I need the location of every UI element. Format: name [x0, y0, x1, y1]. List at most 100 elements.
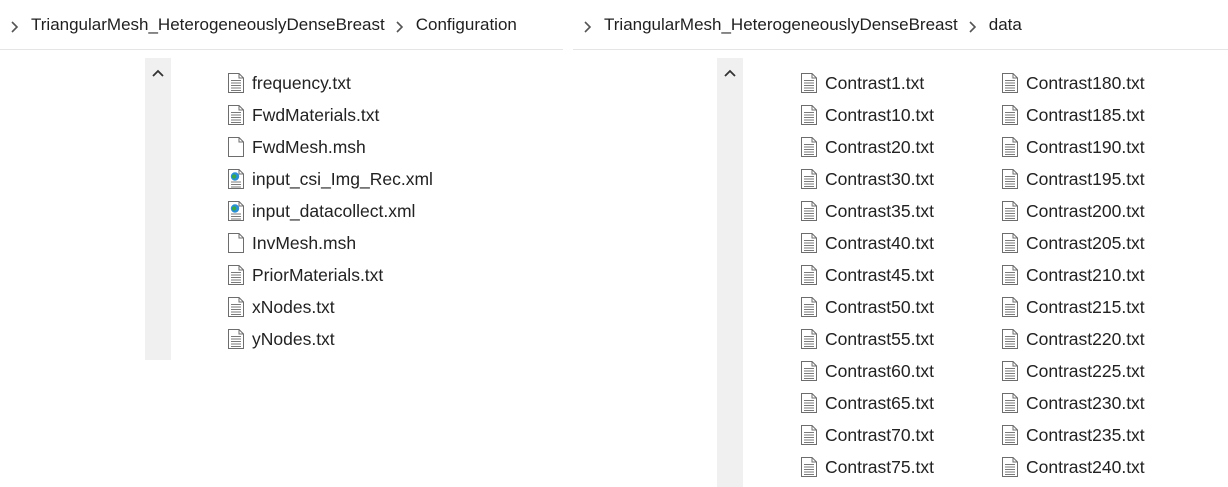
- file-item[interactable]: Contrast235.txt: [1001, 419, 1145, 451]
- file-item[interactable]: Contrast1.txt: [800, 67, 934, 99]
- text-file-icon: [1001, 392, 1019, 414]
- file-name: Contrast75.txt: [825, 456, 934, 477]
- file-name: Contrast200.txt: [1026, 200, 1145, 221]
- file-item[interactable]: Contrast230.txt: [1001, 387, 1145, 419]
- file-item[interactable]: Contrast75.txt: [800, 451, 934, 483]
- xml-file-icon: [227, 200, 245, 222]
- text-file-icon: [227, 296, 245, 318]
- file-item[interactable]: Contrast70.txt: [800, 419, 934, 451]
- file-item[interactable]: Contrast205.txt: [1001, 227, 1145, 259]
- text-file-icon: [800, 168, 818, 190]
- text-file-icon: [1001, 264, 1019, 286]
- file-item[interactable]: Contrast210.txt: [1001, 259, 1145, 291]
- text-file-icon: [1001, 296, 1019, 318]
- file-name: Contrast20.txt: [825, 136, 934, 157]
- file-name: Contrast240.txt: [1026, 456, 1145, 477]
- text-file-icon: [800, 392, 818, 414]
- breadcrumb-item[interactable]: TriangularMesh_HeterogeneouslyDenseBreas…: [31, 15, 385, 35]
- file-item[interactable]: Contrast240.txt: [1001, 451, 1145, 483]
- file-item[interactable]: Contrast10.txt: [800, 99, 934, 131]
- data-file-list-column-1: Contrast1.txt Contrast10.txt Contrast20.tx…: [800, 67, 934, 483]
- file-item[interactable]: Contrast30.txt: [800, 163, 934, 195]
- file-item[interactable]: Contrast50.txt: [800, 291, 934, 323]
- text-file-icon: [800, 456, 818, 478]
- chevron-up-icon[interactable]: [717, 58, 743, 88]
- file-item[interactable]: xNodes.txt: [227, 291, 433, 323]
- file-item[interactable]: Contrast220.txt: [1001, 323, 1145, 355]
- blank-file-icon: [227, 232, 245, 254]
- data-file-list-column-2: Contrast180.txt Contrast185.txt Contrast19…: [1001, 67, 1145, 483]
- text-file-icon: [1001, 328, 1019, 350]
- file-name: Contrast10.txt: [825, 104, 934, 125]
- text-file-icon: [1001, 232, 1019, 254]
- text-file-icon: [800, 296, 818, 318]
- file-item[interactable]: Contrast60.txt: [800, 355, 934, 387]
- file-item[interactable]: Contrast225.txt: [1001, 355, 1145, 387]
- text-file-icon: [800, 136, 818, 158]
- file-item[interactable]: input_csi_Img_Rec.xml: [227, 163, 433, 195]
- text-file-icon: [800, 264, 818, 286]
- text-file-icon: [800, 232, 818, 254]
- file-item[interactable]: Contrast200.txt: [1001, 195, 1145, 227]
- text-file-icon: [800, 424, 818, 446]
- file-item[interactable]: Contrast65.txt: [800, 387, 934, 419]
- file-name: Contrast190.txt: [1026, 136, 1145, 157]
- breadcrumb-item[interactable]: data: [989, 15, 1022, 35]
- chevron-right-icon[interactable]: [582, 18, 593, 36]
- file-name: frequency.txt: [252, 72, 351, 93]
- file-name: Contrast65.txt: [825, 392, 934, 413]
- file-name: Contrast30.txt: [825, 168, 934, 189]
- file-item[interactable]: yNodes.txt: [227, 323, 433, 355]
- breadcrumb-left: TriangularMesh_HeterogeneouslyDenseBreas…: [0, 0, 563, 50]
- file-name: Contrast185.txt: [1026, 104, 1145, 125]
- breadcrumb-right: TriangularMesh_HeterogeneouslyDenseBreas…: [573, 0, 1228, 50]
- file-name: Contrast235.txt: [1026, 424, 1145, 445]
- file-name: Contrast70.txt: [825, 424, 934, 445]
- text-file-icon: [800, 104, 818, 126]
- file-name: Contrast205.txt: [1026, 232, 1145, 253]
- file-item[interactable]: Contrast185.txt: [1001, 99, 1145, 131]
- text-file-icon: [227, 264, 245, 286]
- chevron-right-icon[interactable]: [9, 18, 20, 36]
- file-item[interactable]: Contrast40.txt: [800, 227, 934, 259]
- right-scrollbar[interactable]: [717, 58, 743, 487]
- file-item[interactable]: Contrast55.txt: [800, 323, 934, 355]
- file-item[interactable]: Contrast215.txt: [1001, 291, 1145, 323]
- text-file-icon: [1001, 72, 1019, 94]
- file-name: Contrast220.txt: [1026, 328, 1145, 349]
- text-file-icon: [1001, 424, 1019, 446]
- text-file-icon: [1001, 104, 1019, 126]
- text-file-icon: [800, 200, 818, 222]
- text-file-icon: [800, 72, 818, 94]
- file-item[interactable]: Contrast180.txt: [1001, 67, 1145, 99]
- text-file-icon: [1001, 136, 1019, 158]
- text-file-icon: [800, 360, 818, 382]
- file-item[interactable]: Contrast20.txt: [800, 131, 934, 163]
- text-file-icon: [1001, 360, 1019, 382]
- breadcrumb-item[interactable]: TriangularMesh_HeterogeneouslyDenseBreas…: [604, 15, 958, 35]
- breadcrumb-item[interactable]: Configuration: [416, 15, 517, 35]
- left-scrollbar[interactable]: [145, 58, 171, 360]
- file-item[interactable]: Contrast45.txt: [800, 259, 934, 291]
- file-item[interactable]: Contrast195.txt: [1001, 163, 1145, 195]
- file-name: Contrast60.txt: [825, 360, 934, 381]
- file-item[interactable]: FwdMesh.msh: [227, 131, 433, 163]
- file-item[interactable]: PriorMaterials.txt: [227, 259, 433, 291]
- chevron-right-icon[interactable]: [967, 18, 978, 36]
- file-name: Contrast180.txt: [1026, 72, 1145, 93]
- file-name: Contrast215.txt: [1026, 296, 1145, 317]
- text-file-icon: [227, 72, 245, 94]
- file-item[interactable]: Contrast190.txt: [1001, 131, 1145, 163]
- file-item[interactable]: Contrast35.txt: [800, 195, 934, 227]
- file-item[interactable]: frequency.txt: [227, 67, 433, 99]
- file-name: Contrast195.txt: [1026, 168, 1145, 189]
- file-name: Contrast50.txt: [825, 296, 934, 317]
- blank-file-icon: [227, 136, 245, 158]
- file-item[interactable]: input_datacollect.xml: [227, 195, 433, 227]
- file-item[interactable]: InvMesh.msh: [227, 227, 433, 259]
- chevron-right-icon[interactable]: [394, 18, 405, 36]
- text-file-icon: [1001, 168, 1019, 190]
- chevron-up-icon[interactable]: [145, 58, 171, 88]
- file-name: Contrast55.txt: [825, 328, 934, 349]
- file-item[interactable]: FwdMaterials.txt: [227, 99, 433, 131]
